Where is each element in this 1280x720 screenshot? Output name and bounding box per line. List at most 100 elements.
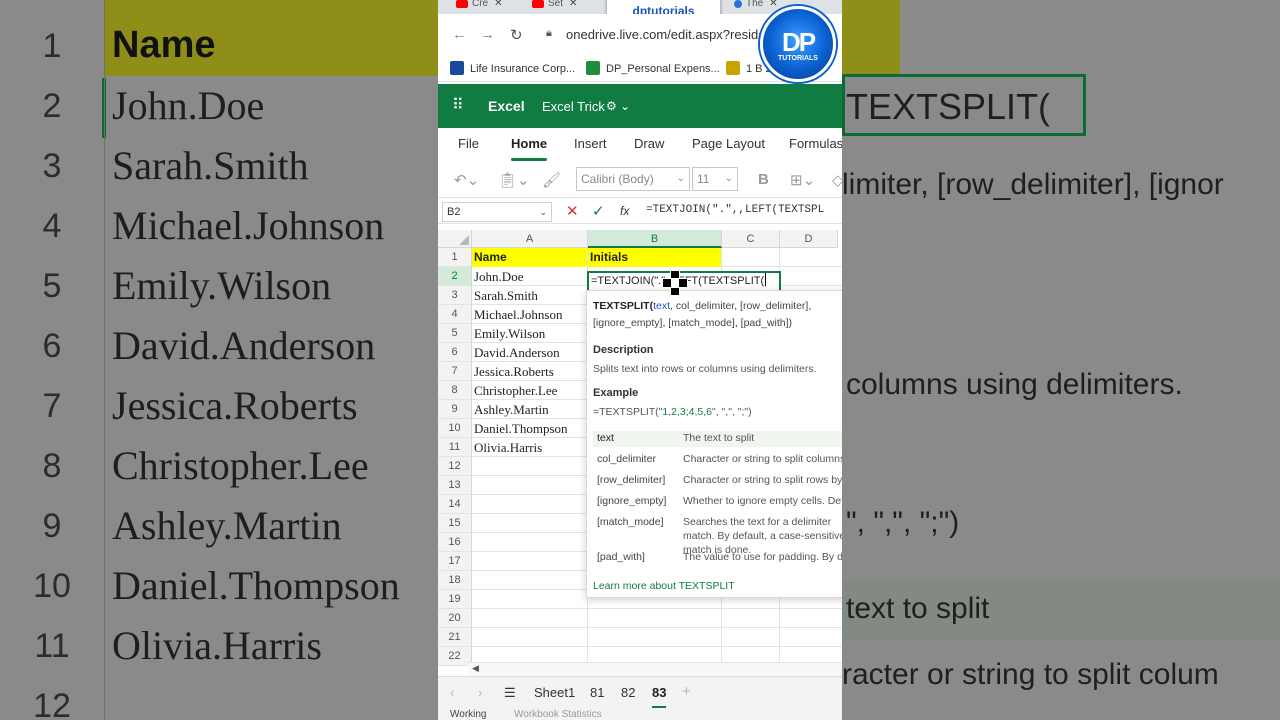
close-icon[interactable]: ✕ — [769, 0, 777, 9]
reload-icon[interactable]: ↻ — [510, 26, 523, 44]
row-header[interactable]: 14 — [438, 495, 472, 514]
font-name-select[interactable]: Calibri (Body) ⌄ — [576, 167, 690, 191]
row-header[interactable]: 19 — [438, 590, 472, 609]
forward-icon[interactable]: → — [480, 26, 495, 43]
cell-name[interactable]: Jessica.Roberts — [472, 362, 588, 381]
row-header[interactable]: 10 — [438, 419, 472, 438]
add-sheet-button[interactable]: + — [682, 683, 691, 700]
sheet-next-icon[interactable]: › — [478, 685, 482, 700]
row-header[interactable]: 22 — [438, 647, 472, 666]
cell-name[interactable]: Christopher.Lee — [472, 381, 588, 400]
sheet-tab[interactable]: 81 — [590, 685, 604, 700]
workbook-statistics-button[interactable]: Workbook Statistics — [514, 710, 602, 720]
close-icon[interactable]: ✕ — [569, 0, 577, 9]
format-painter-icon[interactable]: 🖌︎ — [542, 171, 561, 189]
row-header[interactable]: 6 — [438, 343, 472, 362]
row-header[interactable]: 16 — [438, 533, 472, 552]
bookmark-item[interactable]: Life Insurance Corp... — [450, 61, 575, 75]
cell-name[interactable]: Daniel.Thompson — [472, 419, 588, 438]
bg-row: 8 Christopher.Lee — [0, 436, 438, 496]
row-header[interactable]: 13 — [438, 476, 472, 495]
tab-file[interactable]: File — [458, 136, 479, 151]
font-size-select[interactable]: 11 ⌄ — [692, 167, 738, 191]
tab-home[interactable]: Home — [511, 136, 548, 161]
row-header[interactable]: 8 — [438, 381, 472, 400]
row-header[interactable]: 18 — [438, 571, 472, 590]
argument-description: Character or string to split rows by. — [683, 474, 842, 486]
learn-more-link[interactable]: Learn more about TEXTSPLIT — [593, 580, 735, 592]
autosave-icon[interactable]: ⚙ ⌄ — [606, 99, 630, 113]
row-header[interactable]: 4 — [438, 305, 472, 324]
tab-label: The — [746, 0, 764, 9]
row-header[interactable]: 1 — [438, 248, 472, 267]
sheet-tab[interactable]: Sheet1 — [534, 685, 575, 700]
borders-icon[interactable]: ⊞⌄ — [790, 171, 815, 189]
cell-name[interactable]: David.Anderson — [472, 343, 588, 362]
row-header[interactable]: 11 — [438, 438, 472, 457]
argument-name: [match_mode] — [597, 516, 664, 528]
cell-a1-header[interactable]: Name — [472, 248, 588, 267]
sheet-prev-icon[interactable]: ‹ — [450, 685, 454, 700]
table-row: Name Initials — [472, 248, 842, 267]
column-header-b[interactable]: B — [588, 230, 722, 248]
site-icon — [734, 0, 742, 8]
sheet-tab-active[interactable]: 83 — [652, 685, 667, 708]
insert-function-button[interactable]: fx — [620, 204, 629, 218]
bold-button[interactable]: B — [758, 171, 769, 188]
scroll-left-icon[interactable]: ◀ — [472, 663, 479, 674]
row-header[interactable]: 2 — [438, 267, 472, 286]
column-header-d[interactable]: D — [780, 230, 838, 248]
column-header-c[interactable]: C — [722, 230, 780, 248]
bookmark-item[interactable]: DP_Personal Expens... — [586, 61, 720, 75]
url-field[interactable]: onedrive.live.com/edit.aspx?resid=C — [566, 27, 775, 42]
cell-name[interactable]: Michael.Johnson — [472, 305, 588, 324]
cell-name[interactable]: Emily.Wilson — [472, 324, 588, 343]
paste-icon[interactable]: 📋︎⌄ — [498, 171, 530, 189]
formula-input[interactable]: =TEXTJOIN(".",,LEFT(TEXTSPL — [646, 204, 824, 216]
tab-formulas[interactable]: Formulas — [789, 136, 842, 151]
undo-icon[interactable]: ↶⌄ — [454, 171, 479, 189]
enter-icon[interactable]: ✓ — [592, 202, 605, 220]
cancel-icon[interactable]: ✕ — [566, 202, 579, 220]
lock-icon[interactable]: 🔒︎ — [546, 27, 552, 40]
name-box[interactable]: B2 ⌄ — [442, 202, 552, 222]
tab-draw[interactable]: Draw — [634, 136, 664, 151]
function-tooltip: TEXTSPLIT(text, col_delimiter, [row_deli… — [586, 290, 842, 598]
bg-row: 1 — [0, 16, 438, 76]
row-header[interactable]: 5 — [438, 324, 472, 343]
close-icon[interactable]: ✕ — [494, 0, 502, 9]
tab-page-layout[interactable]: Page Layout — [692, 136, 765, 151]
column-header-a[interactable]: A — [472, 230, 588, 248]
row-header[interactable]: 9 — [438, 400, 472, 419]
cell-name[interactable]: Sarah.Smith — [472, 286, 588, 305]
app-launcher-icon[interactable]: ⠿ — [452, 98, 464, 114]
row-header[interactable]: 12 — [438, 457, 472, 476]
row-header[interactable]: 21 — [438, 628, 472, 647]
description-heading: Description — [593, 344, 654, 356]
cell-name[interactable]: Ashley.Martin — [472, 400, 588, 419]
row-header[interactable]: 17 — [438, 552, 472, 571]
sheet-tab[interactable]: 82 — [621, 685, 635, 700]
bg-right-text: ", ",", ";") — [846, 506, 960, 539]
row-header[interactable]: 15 — [438, 514, 472, 533]
row-header[interactable]: 3 — [438, 286, 472, 305]
sheet-list-icon[interactable]: ☰ — [504, 685, 516, 701]
argument-description: Whether to ignore empty cells. Defaults … — [683, 495, 842, 507]
cell-name[interactable]: Olivia.Harris — [472, 438, 588, 457]
browser-tab[interactable]: Cre ✕ — [456, 0, 526, 14]
row-header[interactable]: 7 — [438, 362, 472, 381]
argument-row: col_delimiter Character or string to spli… — [593, 452, 842, 468]
cell-b1-header[interactable]: Initials — [588, 248, 722, 267]
row-header[interactable]: 20 — [438, 609, 472, 628]
horizontal-scrollbar[interactable]: ◀ — [468, 662, 842, 676]
fill-icon[interactable]: ◇ — [832, 171, 842, 189]
tab-insert[interactable]: Insert — [574, 136, 607, 151]
browser-tab[interactable]: Set ✕ — [532, 0, 602, 14]
cell-name[interactable]: John.Doe — [472, 267, 588, 286]
bookmark-label: Life Insurance Corp... — [470, 63, 576, 75]
select-all-corner[interactable] — [438, 230, 472, 248]
document-title[interactable]: Excel Trick — [542, 99, 605, 114]
back-icon[interactable]: ← — [452, 26, 467, 43]
app-name[interactable]: Excel — [488, 98, 525, 114]
bg-row-number: 6 — [42, 327, 62, 365]
